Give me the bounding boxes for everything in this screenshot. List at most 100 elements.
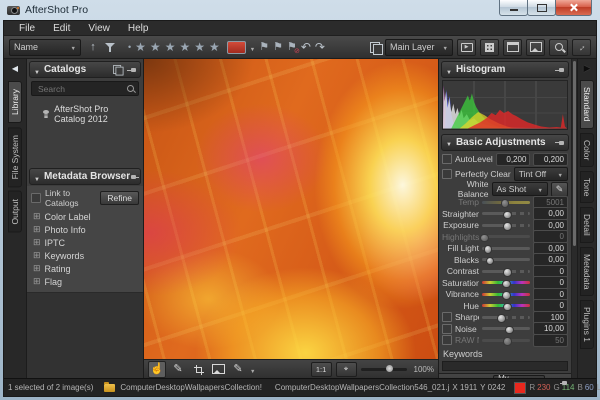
redeye-tool-button[interactable] — [210, 362, 226, 377]
scrollbar-thumb[interactable] — [573, 61, 576, 246]
sharpening-slider[interactable] — [482, 313, 530, 322]
zoom-slider[interactable] — [361, 368, 407, 371]
right-panel-scrollbar[interactable] — [571, 59, 577, 378]
autolevel-checkbox[interactable] — [442, 154, 452, 164]
rotate-right-button[interactable]: ↷ — [315, 41, 325, 53]
zoom-slider-thumb[interactable] — [386, 365, 393, 372]
menu-file[interactable]: File — [10, 23, 44, 34]
sharpening-checkbox[interactable] — [442, 312, 452, 322]
metadata-field-iptc[interactable]: ⊞IPTC — [27, 236, 143, 249]
metadata-browser-header[interactable]: Metadata Browser — [29, 168, 141, 185]
metadata-field-color-label[interactable]: ⊞Color Label — [27, 210, 143, 223]
expand-icon[interactable]: ⊞ — [33, 238, 41, 247]
metadata-field-photo-info[interactable]: ⊞Photo Info — [27, 223, 143, 236]
pin-icon[interactable] — [127, 67, 136, 72]
slider-thumb[interactable] — [503, 211, 512, 220]
new-catalog-icon[interactable] — [113, 65, 122, 74]
white-balance-eyedropper-button[interactable]: ✎ — [551, 182, 568, 197]
sort-ascending-button[interactable]: ↑ — [85, 42, 101, 53]
exposure-slider[interactable] — [482, 221, 530, 230]
sidebar-tab-file-system[interactable]: File System — [8, 127, 22, 187]
contrast-slider[interactable] — [482, 267, 530, 276]
search-input[interactable] — [36, 83, 127, 95]
menu-view[interactable]: View — [79, 23, 119, 34]
flag-pick-button[interactable]: ⚑ — [259, 42, 269, 53]
fit-to-screen-button[interactable]: ⌖ — [336, 362, 357, 377]
catalog-search[interactable] — [31, 81, 139, 96]
slider-thumb[interactable] — [503, 303, 512, 312]
collapse-section-icon[interactable] — [34, 168, 40, 186]
raw-noise-checkbox[interactable] — [442, 335, 452, 345]
collapse-left-panel-button[interactable]: ◀ — [12, 64, 18, 73]
refine-button[interactable]: Refine — [100, 191, 139, 205]
sidebar-tab-library[interactable]: Library — [8, 81, 22, 123]
title-bar[interactable]: AfterShot Pro — [0, 0, 600, 20]
flag-reject-button[interactable]: ⚑⊘ — [287, 42, 297, 53]
eyedropper-tool-button[interactable]: ✎ — [170, 362, 186, 377]
perfectly-clear-checkbox[interactable] — [442, 169, 452, 179]
crop-tool-button[interactable] — [190, 362, 206, 377]
single-image-button[interactable] — [526, 39, 545, 56]
slider-thumb[interactable] — [484, 245, 493, 254]
tool-options-dropdown[interactable] — [250, 360, 255, 378]
catalogs-header[interactable]: Catalogs — [29, 61, 141, 78]
pan-tool-button[interactable]: ☝ — [148, 361, 166, 378]
pin-icon[interactable] — [555, 140, 564, 145]
panel-tab-metadata[interactable]: Metadata — [580, 247, 594, 296]
histogram-header[interactable]: Histogram — [441, 61, 569, 78]
expand-icon[interactable]: ⊞ — [33, 264, 41, 273]
minimize-button[interactable] — [499, 0, 528, 16]
folder-path[interactable]: ComputerDesktopWallpapersCollection! — [120, 383, 262, 392]
close-button[interactable] — [555, 0, 592, 16]
menu-edit[interactable]: Edit — [44, 23, 79, 34]
panel-tab-color[interactable]: Color — [580, 133, 594, 167]
catalog-item[interactable]: AfterShot Pro Catalog 2012 — [27, 98, 143, 128]
star-button-5[interactable]: ★ — [194, 41, 205, 53]
actual-size-button[interactable]: 1:1 — [311, 362, 332, 377]
metadata-field-keywords[interactable]: ⊞Keywords — [27, 249, 143, 262]
panel-tab-standard[interactable]: Standard — [580, 80, 594, 129]
metadata-field-flag[interactable]: ⊞Flag — [27, 275, 143, 288]
slideshow-button[interactable]: ▶ — [457, 39, 476, 56]
expand-icon[interactable]: ⊞ — [33, 251, 41, 260]
flag-label-button[interactable]: ⚑ — [273, 42, 283, 53]
maximize-button[interactable] — [527, 0, 556, 16]
autolevel-high-value[interactable]: 0,200 — [533, 153, 568, 166]
basic-adjustments-header[interactable]: Basic Adjustments — [441, 134, 569, 151]
white-balance-select[interactable]: As Shot — [492, 182, 549, 196]
link-to-catalogs-checkbox[interactable] — [31, 193, 41, 203]
tint-select[interactable]: Tint Off — [514, 167, 568, 181]
straighten-slider[interactable] — [482, 209, 530, 218]
raw-noise-slider[interactable] — [482, 336, 530, 345]
noise-ninja-slider[interactable] — [482, 324, 530, 333]
image-viewer[interactable] — [144, 59, 438, 359]
slider-thumb[interactable] — [502, 291, 511, 300]
autolevel-low-value[interactable]: 0,200 — [496, 153, 531, 166]
fullscreen-button[interactable]: ↔ — [572, 39, 591, 56]
zero-rating-dot[interactable]: • — [128, 42, 131, 52]
panel-tab-plugins-1[interactable]: Plugins 1 — [580, 300, 594, 349]
color-label-dropdown[interactable] — [250, 38, 255, 56]
saturation-slider[interactable] — [482, 278, 530, 287]
blacks-slider[interactable] — [482, 255, 530, 264]
fill-light-slider[interactable] — [482, 244, 530, 253]
panel-tab-tone[interactable]: Tone — [580, 171, 594, 203]
menu-help[interactable]: Help — [119, 23, 158, 34]
sidebar-tab-output[interactable]: Output — [8, 191, 22, 233]
sort-field-select[interactable]: Name — [9, 39, 81, 56]
keywords-input[interactable] — [442, 361, 568, 371]
slider-thumb[interactable] — [502, 280, 511, 289]
browse-panel-button[interactable] — [503, 39, 522, 56]
expand-icon[interactable]: ⊞ — [33, 212, 41, 221]
filter-button[interactable] — [105, 43, 121, 52]
vibrance-slider[interactable] — [482, 290, 530, 299]
raw-noise-value[interactable]: 50 — [533, 334, 568, 347]
star-button-6[interactable]: ★ — [209, 41, 220, 53]
star-button-3[interactable]: ★ — [165, 41, 176, 53]
slider-thumb[interactable] — [480, 234, 489, 243]
metadata-field-rating[interactable]: ⊞Rating — [27, 262, 143, 275]
rotate-left-button[interactable]: ↶ — [301, 41, 311, 53]
star-button-2[interactable]: ★ — [150, 41, 161, 53]
magnifier-button[interactable] — [549, 39, 568, 56]
slider-thumb[interactable] — [486, 257, 495, 266]
